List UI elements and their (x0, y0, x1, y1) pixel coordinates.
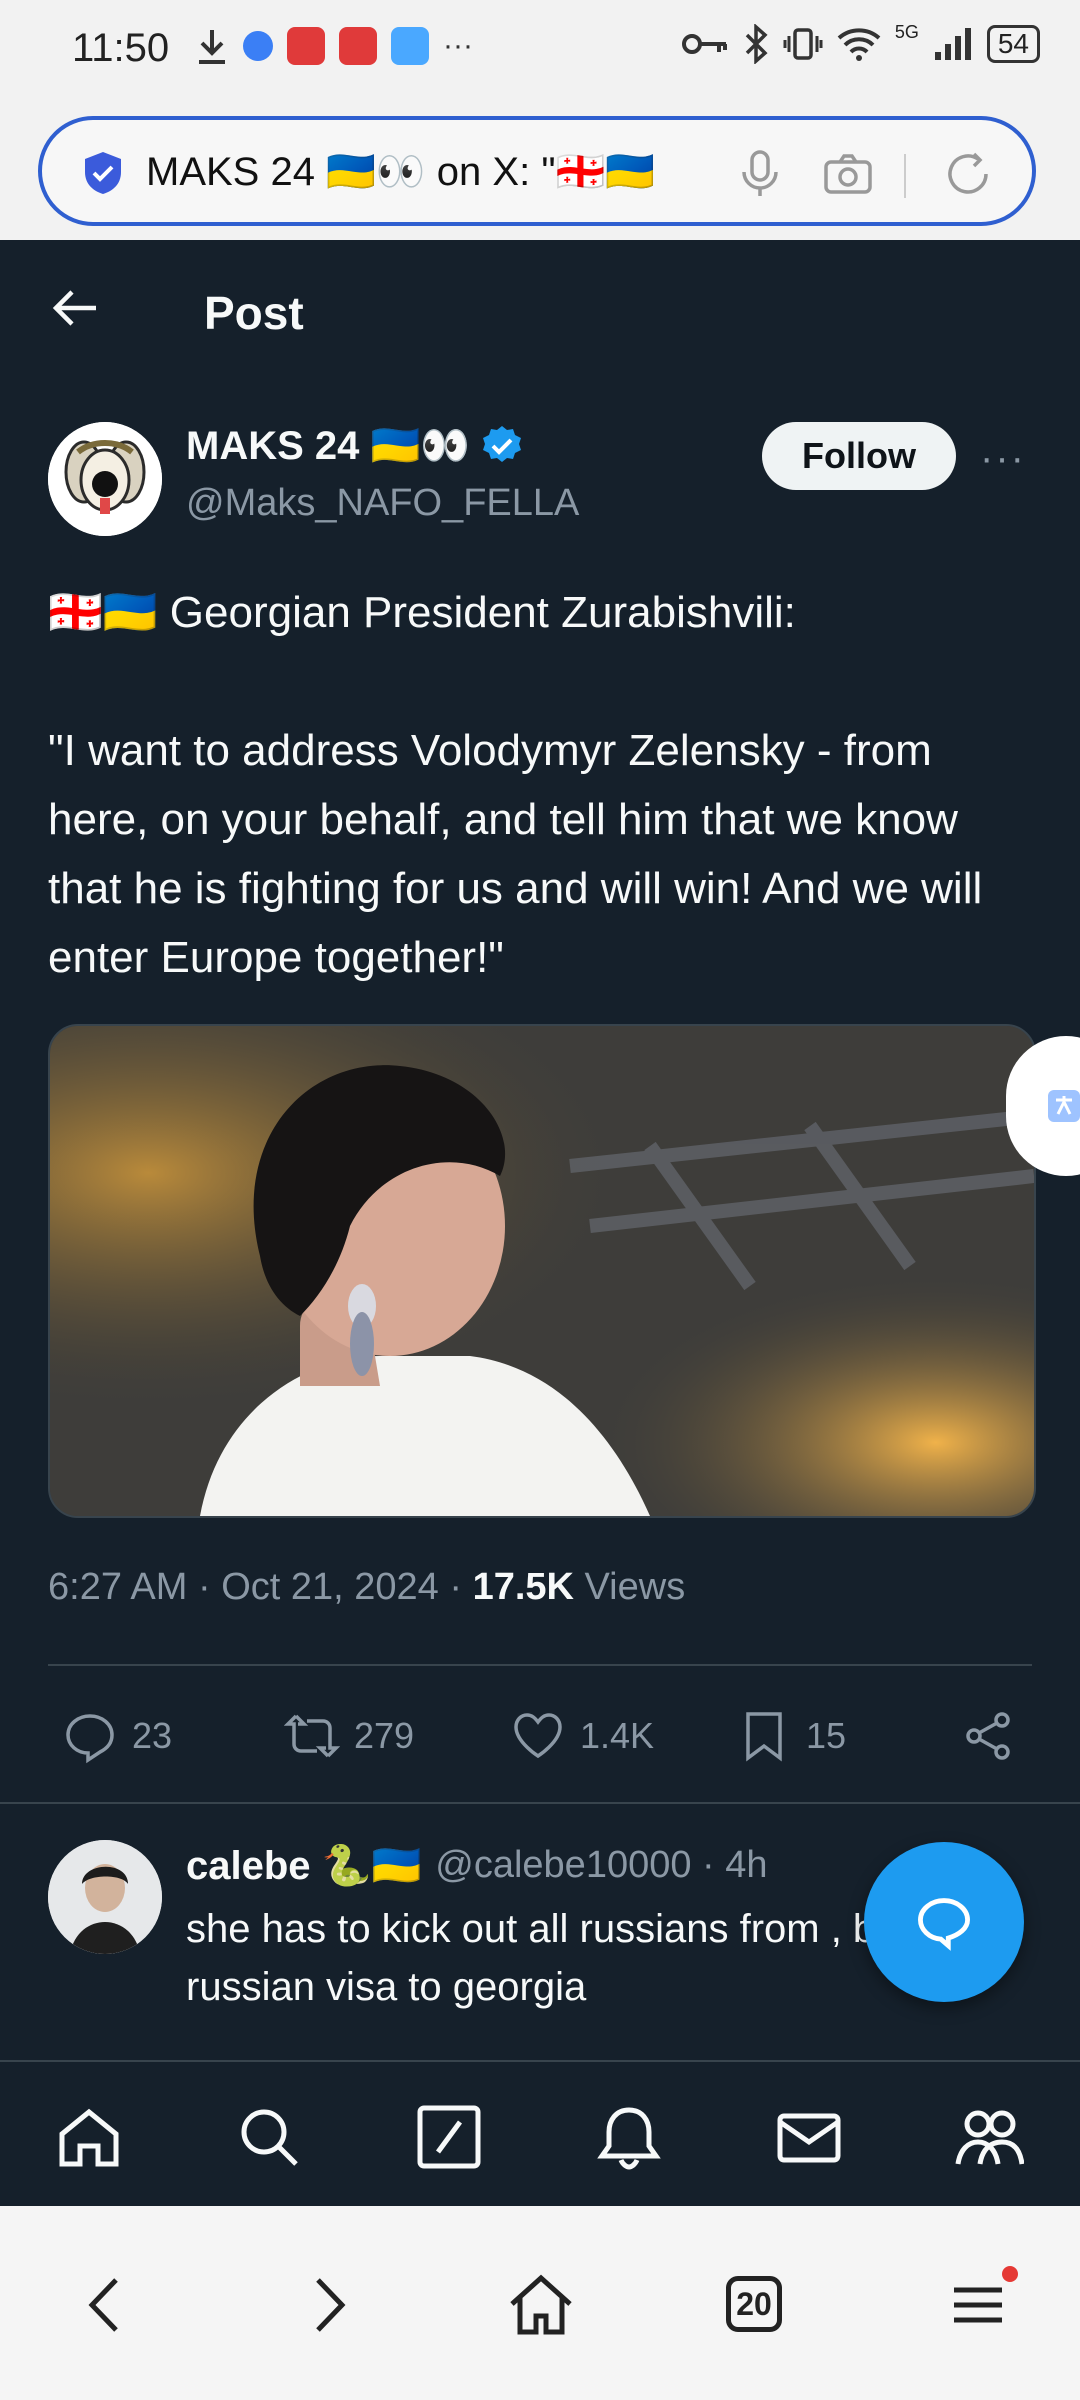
wifi-icon (837, 28, 881, 61)
status-time: 11:50 (72, 26, 170, 70)
page-title: Post (204, 287, 304, 339)
communities-icon[interactable] (954, 2102, 1024, 2172)
search-icon[interactable] (234, 2102, 304, 2172)
app-icon (287, 27, 325, 65)
bookmark-button[interactable]: 15 (736, 1708, 846, 1764)
battery-indicator: 54 (986, 25, 1040, 63)
verified-badge-icon (483, 425, 522, 462)
author-handle[interactable]: @Maks_NAFO_FELLA (186, 482, 579, 525)
notifications-bell-icon[interactable] (594, 2102, 664, 2172)
more-notifications-icon: ··· (443, 29, 473, 62)
divider (0, 1802, 1080, 1804)
author-name: MAKS 24 🇺🇦👀 (186, 424, 471, 468)
author-name-row[interactable]: MAKS 24 🇺🇦👀 (186, 422, 524, 469)
chat-bubble-icon (918, 1898, 970, 1951)
post-text-line: 🇬🇪🇺🇦 Georgian President Zurabishvili: (48, 588, 796, 637)
repost-button[interactable]: 279 (284, 1708, 414, 1764)
browser-menu-button[interactable] (944, 2266, 1018, 2340)
browser-home-icon[interactable] (506, 2270, 576, 2340)
url-field[interactable]: MAKS 24 🇺🇦👀 on X: "🇬🇪🇺🇦 (38, 116, 1036, 226)
back-arrow-icon[interactable] (48, 280, 104, 336)
weather-icon (391, 27, 429, 65)
heart-icon (514, 1713, 562, 1759)
repost-icon (284, 1714, 340, 1758)
reply-author-name[interactable]: calebe 🐍🇺🇦 (186, 1842, 421, 1889)
views-count: 17.5K (472, 1566, 574, 1608)
reply-button[interactable]: 23 (62, 1708, 172, 1764)
more-options-icon[interactable]: ··· (980, 436, 1026, 481)
reply-icon (66, 1714, 114, 1764)
bookmark-icon (746, 1712, 782, 1762)
x-tab-bar (0, 2060, 1080, 2208)
post-meta: 6:27 AM · Oct 21, 2024 · 17.5K Views (48, 1566, 685, 1609)
browser-address-bar: MAKS 24 🇺🇦👀 on X: "🇬🇪🇺🇦 (0, 100, 1080, 240)
post-actions: 23 279 1.4K 15 (0, 1694, 1080, 1778)
divider (48, 1664, 1032, 1666)
forward-icon[interactable] (292, 2270, 362, 2340)
tabs-count: 20 (726, 2276, 782, 2332)
tabs-button[interactable]: 20 (722, 2270, 792, 2340)
app-icon (243, 31, 273, 61)
bookmark-count: 15 (806, 1715, 847, 1756)
status-bar: 11:50 ··· 5G 54 (0, 0, 1080, 100)
url-text: MAKS 24 🇺🇦👀 on X: "🇬🇪🇺🇦 (146, 150, 656, 194)
portrait-photo (50, 1026, 1034, 1516)
author-avatar[interactable] (48, 422, 162, 536)
share-icon (966, 1712, 1010, 1760)
post-header: Post (0, 240, 1080, 390)
bluetooth-icon (745, 24, 768, 64)
url-divider (904, 154, 906, 198)
camera-icon[interactable] (820, 146, 876, 202)
reply-count: 23 (132, 1715, 173, 1756)
reply-header: calebe 🐍🇺🇦 @calebe10000 · 4h (186, 1842, 768, 1889)
post-image[interactable] (48, 1024, 1036, 1518)
home-icon[interactable] (54, 2102, 124, 2172)
translate-icon (1048, 1090, 1080, 1122)
reply-avatar[interactable] (48, 1840, 162, 1954)
microphone-icon[interactable] (732, 146, 788, 202)
download-icon (199, 30, 225, 64)
views-label: Views (573, 1566, 686, 1608)
notification-icons: ··· (195, 26, 473, 66)
browser-nav-bar: 20 (0, 2206, 1080, 2400)
system-icons: 5G 54 (681, 21, 1040, 64)
grok-icon[interactable] (414, 2102, 484, 2172)
post-timestamp: 6:27 AM · Oct 21, 2024 · (48, 1566, 473, 1608)
key-icon (681, 34, 727, 54)
shield-icon (85, 152, 121, 194)
dog-avatar-icon (48, 422, 162, 536)
reload-icon[interactable] (940, 146, 996, 202)
signal-icon (934, 28, 971, 60)
post-text-quote: "I want to address Volodymyr Zelensky - … (48, 726, 983, 982)
person-avatar-icon (48, 1840, 162, 1954)
like-count: 1.4K (580, 1715, 655, 1756)
share-button[interactable] (960, 1708, 1016, 1764)
network-type: 5G (894, 21, 919, 42)
app-icon (339, 27, 377, 65)
post-text: 🇬🇪🇺🇦 Georgian President Zurabishvili: "I… (48, 578, 1008, 992)
menu-icon (954, 2287, 1002, 2323)
repost-count: 279 (354, 1715, 415, 1756)
like-button[interactable]: 1.4K (510, 1708, 654, 1764)
back-icon[interactable] (72, 2270, 142, 2340)
messages-envelope-icon[interactable] (774, 2102, 844, 2172)
post-text-spacer (48, 647, 1008, 716)
notification-dot (1002, 2266, 1018, 2282)
follow-button[interactable]: Follow (762, 422, 956, 490)
reply-author-meta: @calebe10000 · 4h (435, 1844, 768, 1886)
vibrate-icon (783, 28, 823, 60)
compose-reply-button[interactable] (864, 1842, 1024, 2002)
